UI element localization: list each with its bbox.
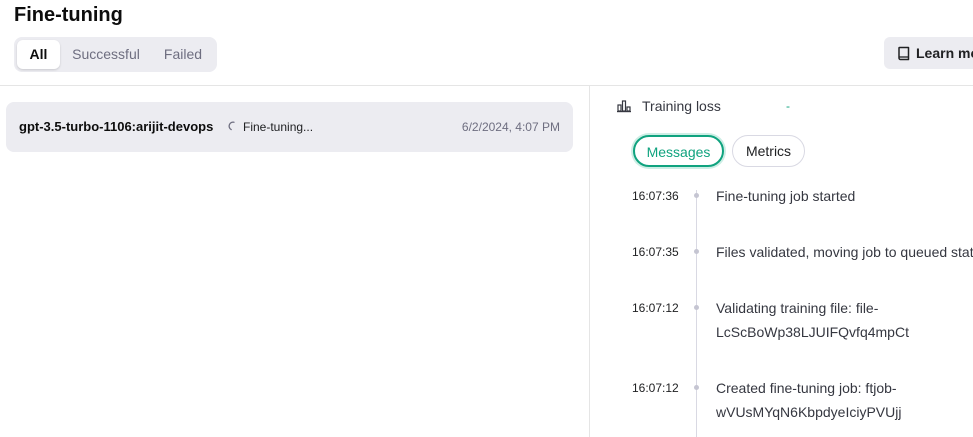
learn-more-label: Learn more <box>916 45 973 61</box>
message-text: Files validated, moving job to queued st… <box>716 240 973 264</box>
spinner-icon <box>228 121 235 131</box>
tab-metrics[interactable]: Metrics <box>732 135 805 167</box>
message-line: Created fine-tuning job: ftjob- <box>716 380 897 396</box>
status-filter: All Successful Failed <box>14 37 217 72</box>
message-time: 16:07:35 <box>632 245 679 259</box>
job-status: Fine-tuning... <box>243 120 314 134</box>
fine-tuning-page: Fine-tuning All Successful Failed Learn … <box>0 0 973 437</box>
training-loss-label: Training loss <box>642 98 721 114</box>
message-time: 16:07:12 <box>632 381 679 395</box>
message-time: 16:07:36 <box>632 189 679 203</box>
job-model-name: gpt-3.5-turbo-1106:arijit-devops <box>19 119 214 134</box>
message-line: Files validated, moving job to queued st… <box>716 244 973 260</box>
message-text: Created fine-tuning job: ftjob- wVUsMYqN… <box>716 376 973 424</box>
message-line: wVUsMYqN6KbpdyeIciyPVUjj <box>716 404 902 420</box>
filter-tab-failed[interactable]: Failed <box>152 40 214 69</box>
bar-chart-icon <box>617 100 631 113</box>
filter-tab-all[interactable]: All <box>17 40 60 69</box>
message-line: Validating training file: file- <box>716 300 879 316</box>
message-text: Validating training file: file- LcScBoWp… <box>716 296 973 344</box>
job-created-time: 6/2/2024, 4:07 PM <box>461 120 560 134</box>
header-divider <box>0 85 973 86</box>
timeline-line <box>696 190 697 437</box>
message-line: LcScBoWp38LJUIFQvfq4mpCt <box>716 324 909 340</box>
book-icon <box>898 46 910 61</box>
message-line: Fine-tuning job started <box>716 188 856 204</box>
timeline-dot <box>694 305 699 310</box>
timeline-dot <box>694 385 699 390</box>
learn-more-button[interactable]: Learn more <box>884 37 973 69</box>
message-time: 16:07:12 <box>632 301 679 315</box>
filter-tab-successful[interactable]: Successful <box>62 40 150 69</box>
timeline-dot <box>694 193 699 198</box>
training-loss-value: - <box>786 99 790 113</box>
page-title: Fine-tuning <box>14 4 123 26</box>
timeline-dot <box>694 249 699 254</box>
tab-messages[interactable]: Messages <box>633 135 724 167</box>
message-text: Fine-tuning job started <box>716 184 973 208</box>
job-list-item[interactable]: gpt-3.5-turbo-1106:arijit-devops Fine-tu… <box>6 102 573 152</box>
panel-divider <box>589 86 590 437</box>
